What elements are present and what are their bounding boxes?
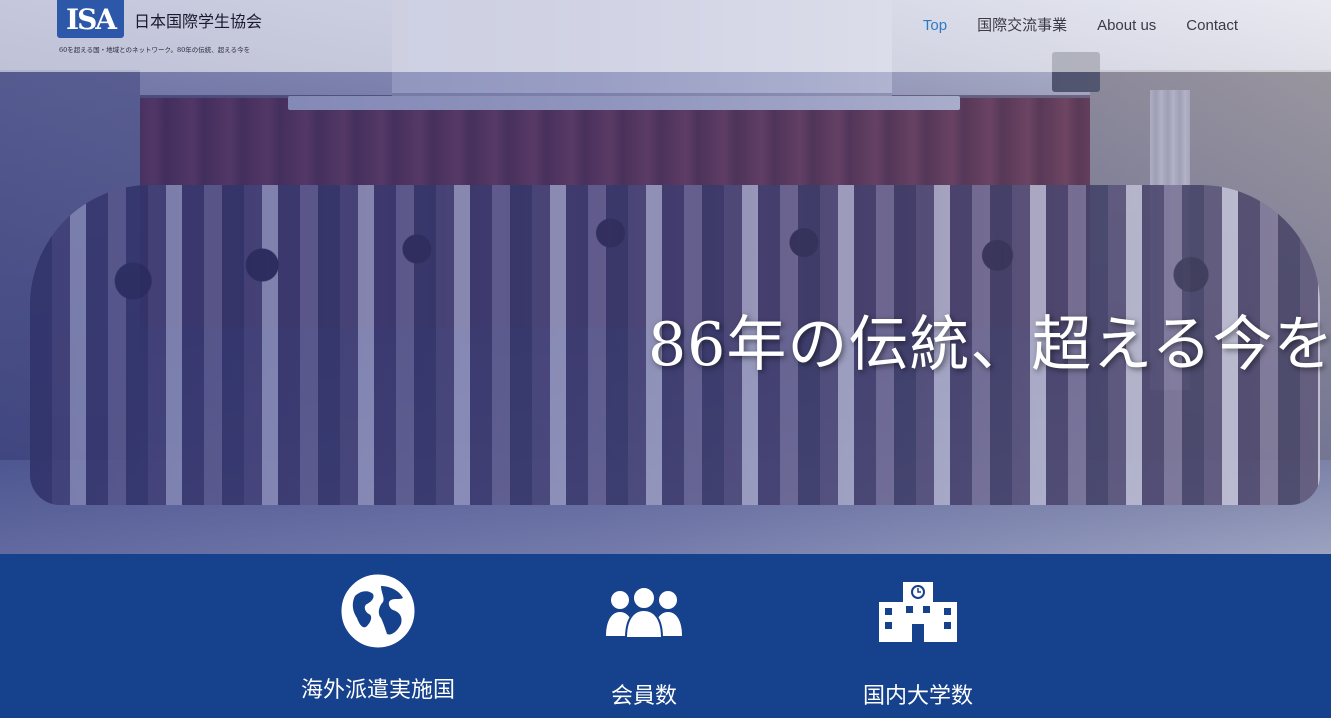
logo-name: 日本国際学生協会 xyxy=(134,12,263,31)
nav-top[interactable]: Top xyxy=(923,16,947,36)
logo-tagline: 60を超える国・地域とのネットワーク。80年の伝統、超える今を xyxy=(59,46,251,54)
hero-banner: 86年の伝統、超える今を。 xyxy=(0,0,1331,554)
stat-universities: 国内大学数 xyxy=(808,554,1028,709)
site-header: ISA 日本国際学生協会 60を超える国・地域とのネットワーク。80年の伝統、超… xyxy=(0,0,1331,72)
hero-group-photo xyxy=(0,0,1331,554)
globe-icon xyxy=(341,574,415,648)
university-icon xyxy=(879,582,957,642)
hero-tagline: 86年の伝統、超える今を。 xyxy=(648,310,1331,380)
main-nav: Top 国際交流事業 About us Contact xyxy=(923,16,1238,36)
members-icon xyxy=(606,586,682,639)
nav-about-us[interactable]: About us xyxy=(1097,16,1156,36)
stats-band: 海外派遣実施国 会員数 国内大学数 xyxy=(0,554,1331,718)
logo-mark[interactable]: ISA xyxy=(57,0,124,38)
nav-contact[interactable]: Contact xyxy=(1186,16,1238,36)
stat-countries: 海外派遣実施国 xyxy=(268,554,488,703)
nav-international-exchange[interactable]: 国際交流事業 xyxy=(977,16,1067,36)
stat-members: 会員数 xyxy=(534,554,754,709)
stat-label-countries: 海外派遣実施国 xyxy=(300,678,455,703)
stat-label-members: 会員数 xyxy=(610,684,677,709)
stat-label-universities: 国内大学数 xyxy=(862,684,973,709)
